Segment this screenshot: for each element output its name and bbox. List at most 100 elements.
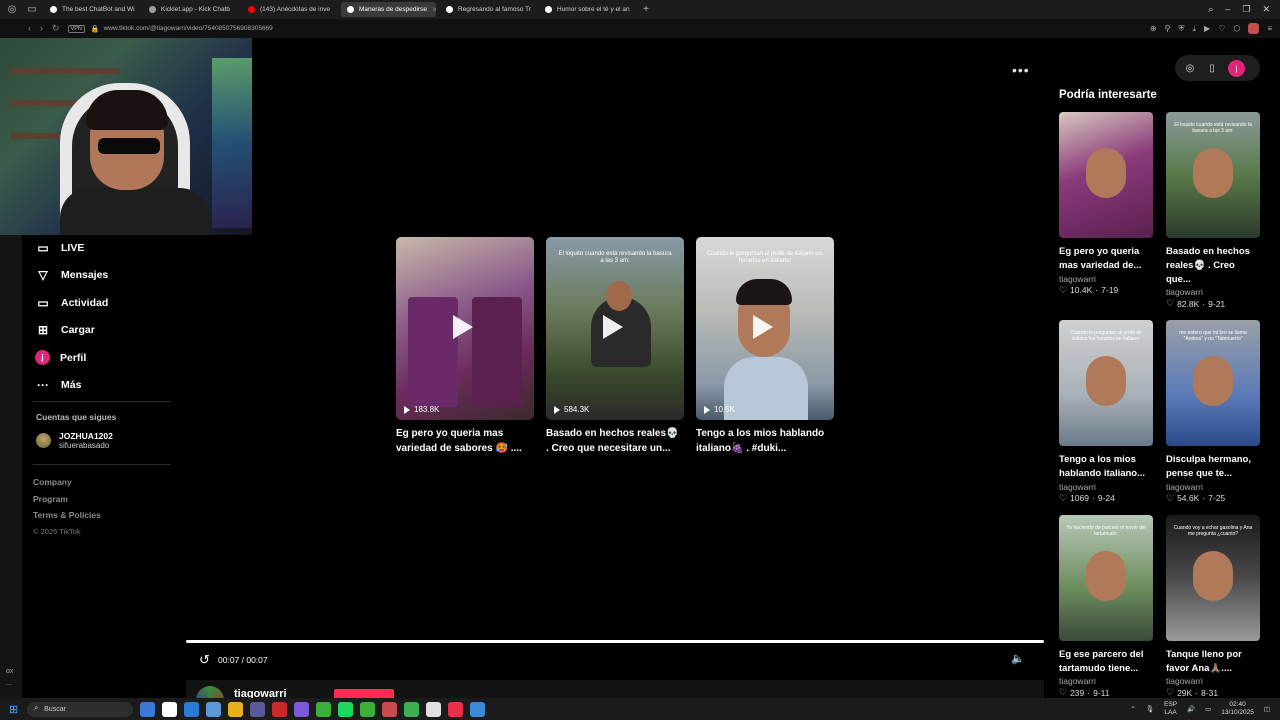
forward-icon[interactable]: ›: [40, 23, 43, 34]
zoom-icon[interactable]: ⊕: [1150, 24, 1157, 33]
pin-icon[interactable]: ⚲: [1165, 24, 1171, 33]
sidebar-item-upload[interactable]: ⊞ Cargar: [35, 317, 108, 345]
sidebar-item-profile[interactable]: j Perfil: [35, 344, 108, 372]
taskbar-app-icon[interactable]: [272, 701, 288, 717]
recommendation-title[interactable]: Tengo a los mios hablando italiano...: [1059, 453, 1153, 481]
video-title[interactable]: Eg pero yo queria mas variedad de sabore…: [396, 427, 534, 456]
taskbar-app-icon[interactable]: [250, 701, 266, 717]
recommendation-title[interactable]: Basado en hechos reales💀 . Creo que...: [1166, 245, 1260, 286]
browser-logo-icon[interactable]: ◎: [4, 2, 20, 18]
recommendation-item[interactable]: Eg pero yo queria mas variedad de... tia…: [1059, 112, 1153, 309]
system-clock[interactable]: 02:40 13/10/2025: [1221, 701, 1254, 717]
recommendation-title[interactable]: Eg pero yo queria mas variedad de...: [1059, 245, 1153, 273]
windows-start-icon[interactable]: ⊞: [9, 703, 18, 716]
recommendation-title[interactable]: Tanque lleno por favor Ana🙏🏽....: [1166, 648, 1260, 676]
browser-tab[interactable]: The best ChatBot and Wi: [44, 2, 139, 17]
recommendation-author[interactable]: tiagowarri: [1059, 274, 1153, 284]
following-account[interactable]: JOZHUA1202 sifuerabasado: [36, 431, 113, 450]
new-tab-icon[interactable]: +: [638, 2, 654, 18]
battery-icon[interactable]: ▭: [1205, 705, 1211, 713]
video-card[interactable]: 183.8K Eg pero yo queria mas variedad de…: [396, 237, 534, 456]
recommendation-author[interactable]: tiagowarri: [1166, 676, 1260, 686]
taskbar-app-icon[interactable]: [206, 701, 222, 717]
notifications-icon[interactable]: ◫: [1264, 705, 1270, 713]
browser-tab[interactable]: Maneras de despedirse ✕: [341, 2, 436, 17]
video-thumbnail[interactable]: El loquito cuando está revisando la basu…: [546, 237, 684, 420]
search-tabs-icon[interactable]: ⌕: [1208, 4, 1213, 15]
recommendation-item[interactable]: Cuando voy a echar gasolina y Ana me pre…: [1166, 514, 1260, 699]
browser-menu-icon[interactable]: ≡: [1267, 24, 1272, 33]
replay-icon[interactable]: ↺: [199, 652, 210, 668]
taskbar-app-icon[interactable]: [184, 701, 200, 717]
profile-avatar[interactable]: j: [1228, 59, 1245, 77]
video-card[interactable]: Cuando le preguntan al profe de italiano…: [696, 237, 834, 456]
video-thumbnail[interactable]: Cuando le preguntan al profe de italiano…: [696, 237, 834, 420]
taskbar-app-icon[interactable]: [228, 701, 244, 717]
close-tab-icon[interactable]: ✕: [432, 6, 436, 14]
recommendation-author[interactable]: tiagowarri: [1059, 676, 1153, 686]
link-terms[interactable]: Terms & Policies: [33, 510, 101, 527]
taskbar-app-icon[interactable]: [426, 701, 442, 717]
maximize-icon[interactable]: ❐: [1242, 4, 1250, 15]
taskbar-app-icon[interactable]: [294, 701, 310, 717]
taskbar-search[interactable]: ⌕ Buscar: [27, 701, 134, 717]
download-icon[interactable]: ⤓: [1192, 24, 1196, 34]
recommendation-thumbnail[interactable]: Cuando le preguntan al profe de italiano…: [1059, 320, 1153, 447]
recommendation-author[interactable]: tiagowarri: [1059, 482, 1153, 492]
back-icon[interactable]: ‹: [28, 23, 31, 34]
url-field[interactable]: www.tiktok.com/@tiagowarri/video/7540850…: [104, 25, 273, 32]
recommendation-thumbnail[interactable]: Cuando voy a echar gasolina y Ana me pre…: [1166, 514, 1260, 641]
sidebar-item-live[interactable]: ▭ LIVE: [35, 234, 108, 262]
recommendation-item[interactable]: El loquito cuando está revisando la basu…: [1166, 112, 1260, 309]
speaker-icon[interactable]: 🔊: [1187, 705, 1195, 713]
recommendation-thumbnail[interactable]: El loquito cuando está revisando la basu…: [1166, 112, 1260, 238]
recommendation-title[interactable]: Eg ese parcero del tartamudo tiene...: [1059, 648, 1153, 676]
vpn-badge[interactable]: VPN: [67, 24, 85, 33]
sidebar-item-more[interactable]: ··· Más: [35, 372, 108, 400]
compass-icon[interactable]: ◎: [1184, 63, 1196, 74]
favorite-icon[interactable]: ♡: [1218, 24, 1225, 33]
sidebar-item-messages[interactable]: ▽ Mensajes: [35, 262, 108, 290]
lock-icon[interactable]: 🔒: [91, 25, 100, 33]
shield-icon[interactable]: ⛨: [1178, 24, 1184, 34]
taskbar-app-icon[interactable]: [316, 701, 332, 717]
recommendation-thumbnail[interactable]: Yo haciendo de parcero el novio del tart…: [1059, 514, 1153, 641]
link-program[interactable]: Program: [33, 494, 101, 511]
tray-chevron-icon[interactable]: ⌃: [1130, 705, 1135, 713]
minimize-icon[interactable]: –: [1225, 4, 1230, 15]
taskbar-app-icon[interactable]: [404, 701, 420, 717]
browser-tab[interactable]: (143) Anécdotas de inve: [242, 2, 337, 17]
volume-icon[interactable]: 🔈: [1011, 652, 1025, 665]
recommendation-title[interactable]: Disculpa hermano, pense que te...: [1166, 453, 1260, 481]
taskbar-app-icon[interactable]: [140, 701, 156, 717]
tab-sidebar-icon[interactable]: ▭: [24, 2, 40, 18]
device-icon[interactable]: ▯: [1206, 63, 1218, 74]
browser-tab[interactable]: Kicklet.app - Kick Chatb: [143, 2, 238, 17]
recommendation-thumbnail[interactable]: [1059, 112, 1153, 238]
sidebar-item-activity[interactable]: ▭ Actividad: [35, 289, 108, 317]
recommendation-item[interactable]: Yo haciendo de parcero el novio del tart…: [1059, 514, 1153, 699]
taskbar-app-icon[interactable]: [162, 701, 178, 717]
tray-mic-icon[interactable]: 🎙: [1146, 705, 1154, 713]
extension-icon[interactable]: ▶: [1204, 24, 1210, 33]
sidebar-more[interactable]: ...: [6, 680, 12, 687]
video-thumbnail[interactable]: 183.8K: [396, 237, 534, 420]
taskbar-app-icon[interactable]: [382, 701, 398, 717]
recommendation-thumbnail[interactable]: me entero que mi bro se llama "Andres" y…: [1166, 320, 1260, 447]
reload-icon[interactable]: ↻: [52, 23, 60, 34]
recommendation-item[interactable]: Cuando le preguntan al profe de italiano…: [1059, 320, 1153, 504]
taskbar-app-icon[interactable]: [338, 701, 354, 717]
language-indicator[interactable]: ESP LAA: [1164, 701, 1177, 717]
browser-tab[interactable]: Regresando al famoso Tr: [440, 2, 535, 17]
video-progress-bar[interactable]: [186, 640, 1044, 643]
more-options-icon[interactable]: •••: [1012, 62, 1030, 78]
recommendation-author[interactable]: tiagowarri: [1166, 482, 1260, 492]
taskbar-app-icon[interactable]: [448, 701, 464, 717]
browser-tab[interactable]: Humor sobre el té y el an: [539, 2, 634, 17]
close-icon[interactable]: ✕: [1262, 4, 1270, 15]
video-title[interactable]: Basado en hechos reales💀 . Creo que nece…: [546, 427, 684, 456]
profile-avatar-icon[interactable]: [1248, 23, 1260, 34]
taskbar-app-icon[interactable]: [470, 701, 486, 717]
bookmark-icon[interactable]: ⬡: [1233, 24, 1240, 33]
taskbar-app-icon[interactable]: [360, 701, 376, 717]
